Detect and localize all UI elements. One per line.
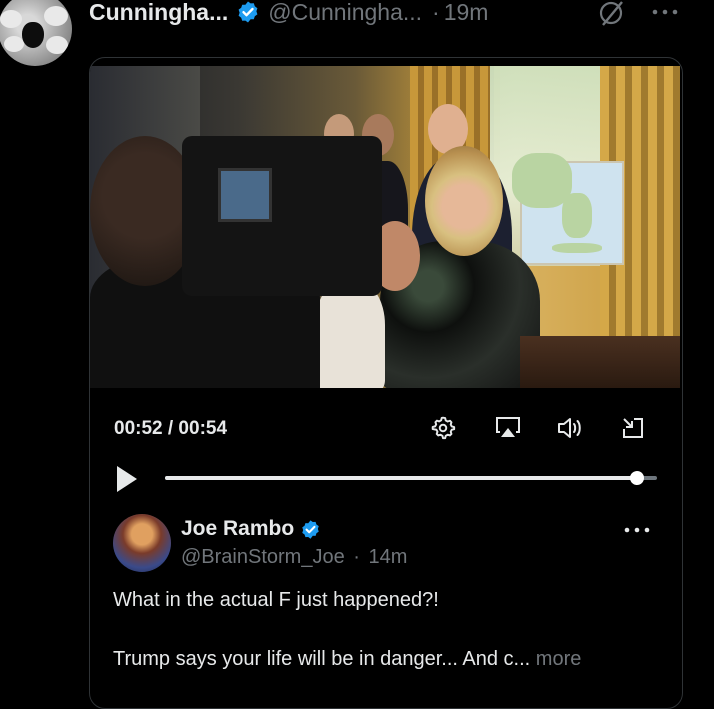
minimize-icon[interactable] xyxy=(620,415,646,446)
video-controls: 00:52 / 00:54 xyxy=(90,388,680,503)
play-icon[interactable] xyxy=(115,464,139,499)
quoted-handle-row: @BrainStorm_Joe · 14m xyxy=(181,546,407,569)
volume-icon[interactable] xyxy=(556,415,584,446)
author-name[interactable]: Cunningha... xyxy=(89,0,228,26)
quoted-timestamp[interactable]: 14m xyxy=(369,546,408,568)
show-more-link[interactable]: more xyxy=(536,648,582,670)
quoted-text-truncated: Trump says your life will be in danger..… xyxy=(113,648,531,670)
sheep-icon xyxy=(22,22,44,48)
avatar-wool-decoration xyxy=(4,36,24,52)
quoted-tweet-card[interactable]: 00:52 / 00:54 Joe Rambo @BrainStorm_Joe … xyxy=(89,57,683,709)
video-head-blonde xyxy=(425,146,503,256)
video-progress-fill xyxy=(165,476,638,480)
video-map-easel xyxy=(512,153,624,265)
avatar-wool-decoration xyxy=(46,36,68,54)
airplay-icon[interactable] xyxy=(494,415,522,446)
quoted-more-options-icon[interactable] xyxy=(622,523,652,542)
video-progress-bar[interactable] xyxy=(165,471,657,485)
avatar-wool-decoration xyxy=(0,10,22,28)
video-camera-screen xyxy=(218,168,272,222)
quoted-header: Joe Rambo xyxy=(181,517,321,541)
quoted-author-handle[interactable]: @BrainStorm_Joe xyxy=(181,546,345,568)
video-time-readout: 00:52 / 00:54 xyxy=(114,418,228,439)
video-scrubber-handle[interactable] xyxy=(630,471,645,485)
quoted-author-name[interactable]: Joe Rambo xyxy=(181,517,294,541)
separator-dot: · xyxy=(353,546,360,568)
video-person-girl xyxy=(315,281,385,388)
quoted-text-line-1: What in the actual F just happened?! xyxy=(113,589,439,611)
grok-icon[interactable] xyxy=(597,0,627,33)
gear-icon[interactable] xyxy=(430,415,456,446)
separator-dot: · xyxy=(432,0,440,25)
quoted-text-line-2: Trump says your life will be in danger..… xyxy=(113,648,581,671)
tweet-header: Cunningha... @Cunningha... · 19m xyxy=(89,0,488,26)
verified-badge-icon[interactable] xyxy=(236,0,260,24)
author-avatar[interactable] xyxy=(0,0,72,66)
tweet-timestamp[interactable]: 19m xyxy=(444,0,489,26)
avatar-wool-decoration xyxy=(44,6,68,26)
video-frame[interactable] xyxy=(90,66,680,388)
quoted-author-avatar[interactable] xyxy=(113,514,171,572)
video-desk xyxy=(520,336,680,388)
more-options-icon[interactable] xyxy=(650,2,680,27)
verified-badge-icon[interactable] xyxy=(300,519,321,540)
author-handle[interactable]: @Cunningha... xyxy=(268,0,422,26)
video-camera xyxy=(182,136,382,296)
